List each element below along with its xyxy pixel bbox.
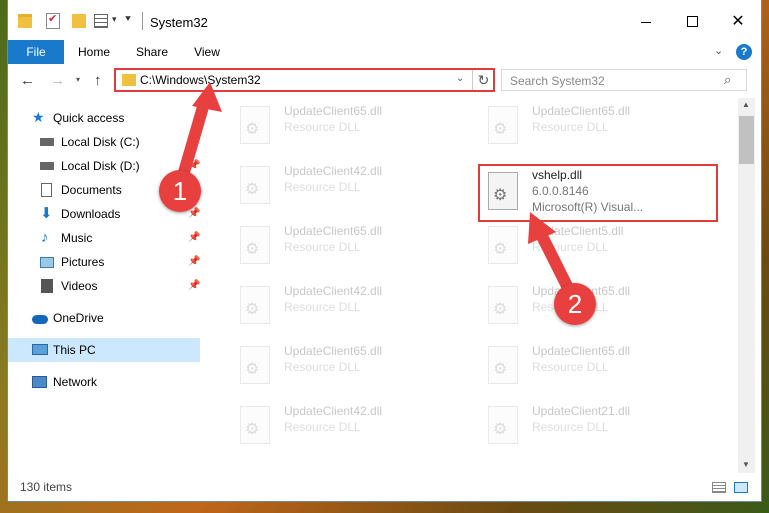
step-badge-1: 1: [159, 170, 201, 212]
step-badge-2: 2: [554, 283, 596, 325]
annotation-arrows: [174, 82, 578, 302]
arrow-2: [528, 212, 578, 302]
